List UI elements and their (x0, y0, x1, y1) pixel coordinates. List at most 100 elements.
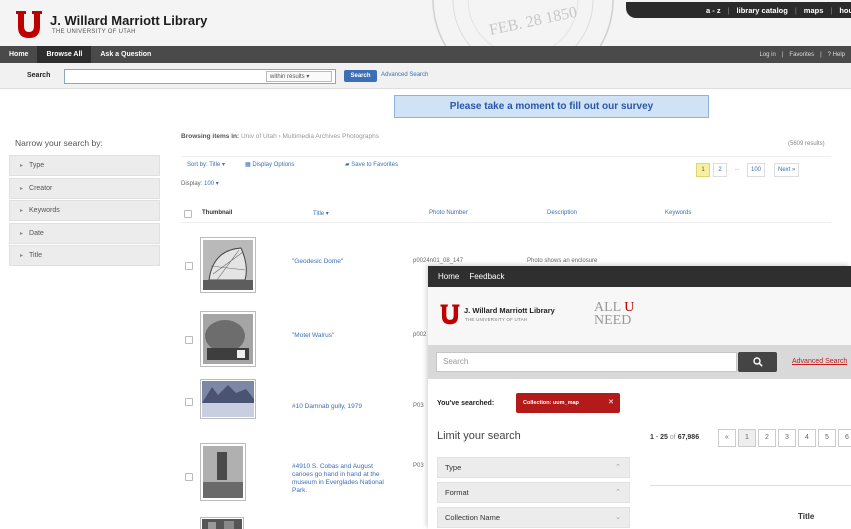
thumbnail-image[interactable] (200, 443, 246, 501)
old-header: FEB. 28 1850 J. Willard Marriott Library… (0, 0, 851, 46)
new-search-bar: Search Advanced Search (428, 345, 851, 379)
facet-label: Format (445, 488, 469, 497)
new-library-name[interactable]: J. Willard Marriott Library (464, 306, 555, 315)
facet-type[interactable]: ▸ Type (9, 155, 160, 176)
display-count-select[interactable]: 100 ▾ (204, 181, 219, 187)
university-logo-icon[interactable] (439, 303, 461, 325)
favorites-link[interactable]: Favorites (789, 52, 814, 58)
save-favorites-label: Save to Favorites (351, 162, 398, 168)
page-2[interactable]: 2 (713, 163, 727, 177)
library-name[interactable]: J. Willard Marriott Library (50, 13, 207, 28)
divider (650, 485, 851, 486)
thumbnail-image[interactable] (200, 517, 244, 529)
prev-page-button[interactable]: « (718, 429, 736, 447)
facet-date[interactable]: ▸ Date (9, 222, 160, 244)
new-search-button[interactable] (738, 352, 777, 372)
university-seal-watermark: FEB. 28 1850 (432, 0, 614, 46)
page-2[interactable]: 2 (758, 429, 776, 447)
facet-title[interactable]: ▸ Title (9, 245, 160, 266)
nav-home[interactable]: Home (0, 46, 37, 63)
col-keywords[interactable]: Keywords (665, 210, 691, 216)
row-title-link[interactable]: "Geodesic Dome" (292, 258, 343, 266)
col-description[interactable]: Description (547, 210, 577, 216)
new-search-input[interactable]: Search (436, 352, 737, 372)
tagline-need: NEED (594, 313, 632, 328)
you-searched-label: You've searched: (437, 400, 495, 407)
search-scope-select[interactable]: within results ▾ (266, 71, 332, 82)
search-button[interactable]: Search (344, 70, 377, 82)
row-checkbox[interactable] (185, 398, 193, 406)
results-count: (5609 results) (788, 141, 825, 147)
next-page-button[interactable]: Next » (774, 163, 800, 177)
page-4[interactable]: 4 (798, 429, 816, 447)
new-advanced-search-link[interactable]: Advanced Search (792, 358, 847, 365)
collection-filter-pill[interactable]: Collection: uum_map ✕ (516, 393, 620, 413)
display-count: Display: 100 ▾ (181, 180, 219, 187)
main-nav: Home Browse All Ask a Question Log in | … (0, 46, 851, 63)
util-link-maps[interactable]: maps (804, 6, 824, 15)
row-checkbox[interactable] (185, 262, 193, 270)
page-1[interactable]: 1 (696, 163, 710, 177)
new-nav-feedback[interactable]: Feedback (469, 272, 504, 281)
photo-partial (202, 519, 242, 529)
browse-breadcrumb: Browsing items in: Univ of Utah › Multim… (181, 133, 379, 140)
col-title[interactable]: Title (798, 512, 814, 521)
row-photo-number: p002 (413, 332, 427, 338)
new-library-ui-overlay: Home Feedback J. Willard Marriott Librar… (428, 266, 851, 529)
close-icon[interactable]: ✕ (608, 393, 614, 413)
thumbnail-image[interactable] (200, 311, 256, 367)
util-link-hours[interactable]: hour (839, 6, 851, 15)
row-photo-number: p0024n01_08_147 (413, 258, 464, 264)
row-title-link[interactable]: #4910 S. Cobas and August canoes go hand… (292, 463, 384, 495)
new-facet-format[interactable]: Format ⌃ (437, 482, 630, 503)
row-checkbox[interactable] (185, 336, 193, 344)
thumbnail-image[interactable] (200, 237, 256, 293)
help-link[interactable]: ? Help (828, 52, 845, 58)
page-1[interactable]: 1 (738, 429, 756, 447)
search-label: Search (27, 72, 51, 79)
collection-filter-label: Collection: uum_map (523, 400, 579, 406)
facet-label: Date (29, 229, 44, 237)
nav-right-links: Log in | Favorites | ? Help (759, 46, 845, 63)
facet-label: Title (29, 252, 42, 259)
row-title-link[interactable]: #10 Damnab gully, 1979 (292, 403, 362, 411)
chevron-down-icon: ⌄ (615, 514, 621, 521)
page-100[interactable]: 100 (747, 163, 766, 177)
util-link-az[interactable]: a - z (706, 6, 721, 15)
survey-banner[interactable]: Please take a moment to fill out our sur… (394, 95, 709, 118)
sort-by-select[interactable]: Sort by: Title ▾ (187, 161, 225, 168)
facet-creator[interactable]: ▸ Creator (9, 177, 160, 199)
col-title[interactable]: Title ▾ (313, 210, 329, 217)
new-facet-type[interactable]: Type ⌃ (437, 457, 630, 478)
university-logo-icon[interactable] (14, 9, 44, 39)
new-nav-home[interactable]: Home (438, 272, 459, 281)
login-link[interactable]: Log in (759, 52, 775, 58)
display-options-link[interactable]: ▦ Display Options (245, 161, 294, 168)
row-checkbox[interactable] (185, 473, 193, 481)
advanced-search-link[interactable]: Advanced Search (381, 72, 428, 78)
nav-ask-question[interactable]: Ask a Question (91, 46, 160, 63)
results-table-header: Thumbnail Title ▾ Photo Number Descripti… (181, 205, 831, 223)
row-photo-number: P03 (413, 463, 424, 469)
grid-icon: ▦ (245, 162, 251, 168)
page-5[interactable]: 5 (818, 429, 836, 447)
facet-label: Type (29, 162, 45, 169)
facet-keywords[interactable]: ▸ Keywords (9, 200, 160, 221)
caret-right-icon: ▸ (20, 253, 24, 259)
save-favorites-link[interactable]: ▰ Save to Favorites (345, 161, 398, 168)
new-facet-collection-name[interactable]: Collection Name ⌄ (437, 507, 630, 528)
facet-label: Type (445, 463, 462, 472)
thumbnail-image[interactable] (200, 379, 256, 419)
page-3[interactable]: 3 (778, 429, 796, 447)
photo-gully (202, 381, 254, 417)
col-photo-number[interactable]: Photo Number (429, 210, 468, 216)
row-title-link[interactable]: "Motel Walrus" (292, 332, 334, 340)
row-description: Photo shows an enclosure (527, 258, 598, 264)
browse-path[interactable]: Univ of Utah › Multimedia Archives Photo… (241, 133, 379, 140)
separator: | (794, 5, 797, 15)
util-link-catalog[interactable]: library catalog (737, 6, 788, 15)
nav-browse-all[interactable]: Browse All (37, 46, 92, 63)
page-6[interactable]: 6 (838, 429, 851, 447)
select-all-checkbox[interactable] (184, 210, 192, 218)
caret-right-icon: ▸ (20, 208, 24, 214)
